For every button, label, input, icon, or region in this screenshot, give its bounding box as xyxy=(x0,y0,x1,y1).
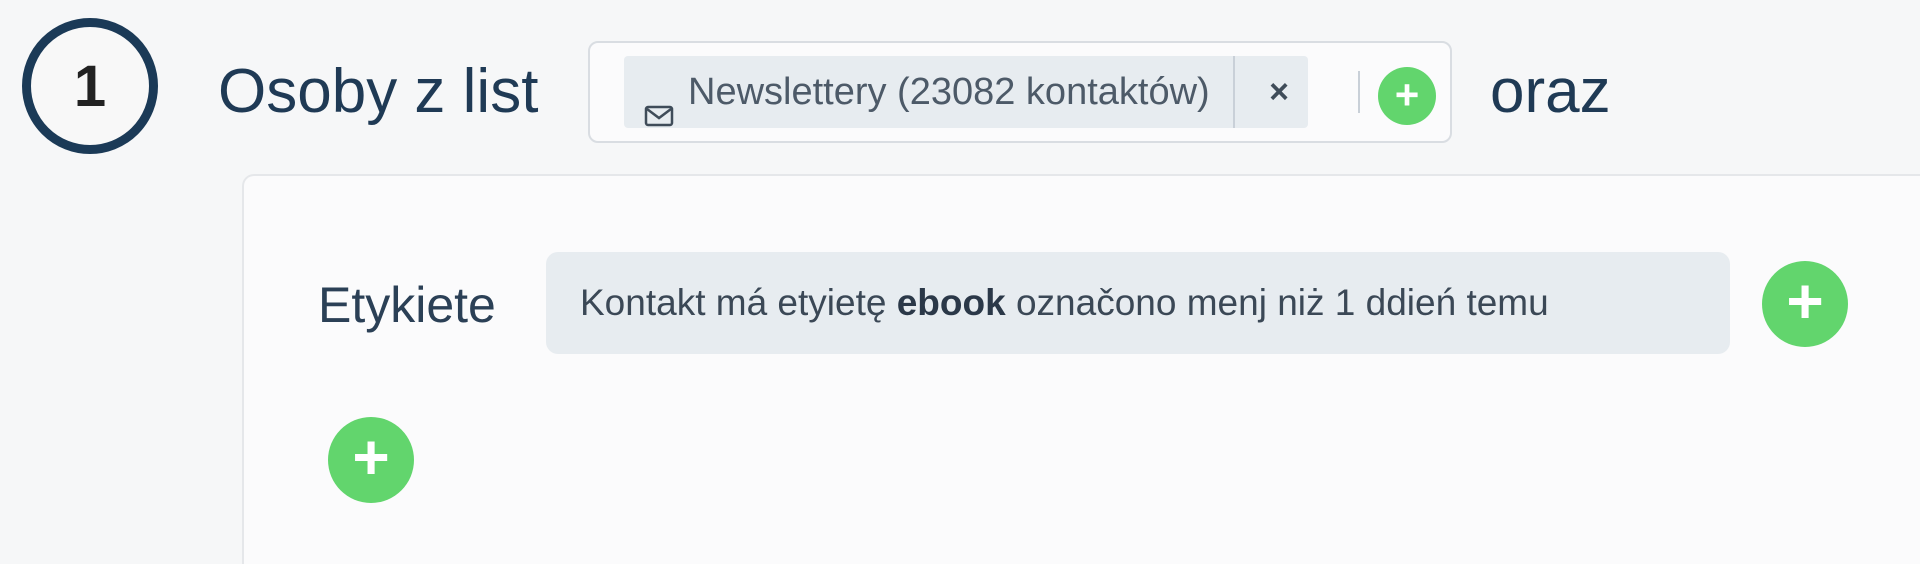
add-condition-button[interactable]: + xyxy=(1762,261,1848,347)
lists-label: Osoby z list xyxy=(218,57,539,126)
condition-prefix: Kontakt má etyietę xyxy=(580,282,897,323)
list-selector-divider xyxy=(1358,71,1360,113)
condition-type-label: Etykiete xyxy=(318,277,496,333)
chip-separator xyxy=(1233,56,1235,128)
condition-suffix: označono menj niż 1 ddień temu xyxy=(1005,282,1549,323)
step-number-badge: 1 xyxy=(22,18,158,154)
selected-list-chip[interactable]: Newslettery (23082 kontaktów) × xyxy=(624,56,1308,128)
add-condition-group-button[interactable]: + xyxy=(328,417,414,503)
conditions-panel xyxy=(242,174,1920,564)
condition-tag: ebook xyxy=(896,282,1006,323)
selected-list-label: Newslettery (23082 kontaktów) xyxy=(688,71,1210,113)
list-selector[interactable]: Newslettery (23082 kontaktów) × + xyxy=(588,41,1452,143)
add-list-button[interactable]: + xyxy=(1378,67,1436,125)
remove-list-button[interactable]: × xyxy=(1264,56,1294,128)
tag-condition-text: Kontakt má etyietę ebook označono menj n… xyxy=(580,252,1549,354)
mail-icon xyxy=(644,80,674,127)
tag-condition-chip[interactable]: Kontakt má etyietę ebook označono menj n… xyxy=(546,252,1730,354)
connector-oraz: oraz xyxy=(1490,57,1611,126)
